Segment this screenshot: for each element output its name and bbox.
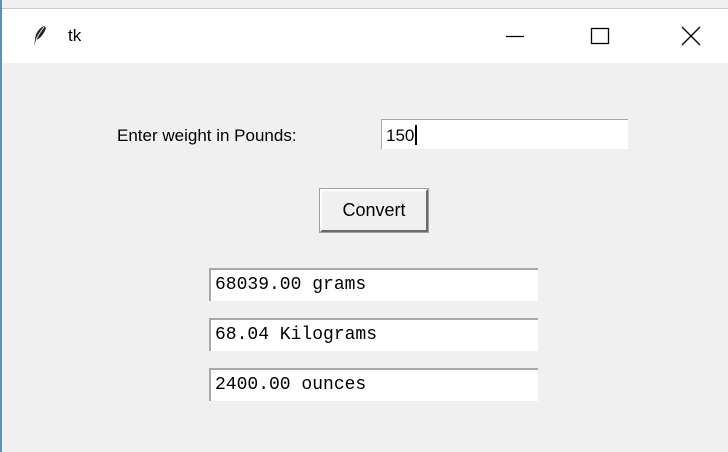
minimize-button[interactable] <box>468 9 560 63</box>
text-caret <box>415 125 418 145</box>
title-bar[interactable]: tk <box>2 8 728 63</box>
feather-icon <box>32 25 48 47</box>
weight-input-value: 150 <box>386 126 415 145</box>
minimize-icon <box>506 35 524 38</box>
kilograms-output[interactable]: 68.04 Kilograms <box>209 318 538 351</box>
close-button[interactable] <box>642 9 728 63</box>
window-title: tk <box>68 26 82 45</box>
app-window: tk Enter weight in Pounds: 150 Convert 6… <box>0 0 728 452</box>
maximize-icon <box>590 27 610 45</box>
maximize-button[interactable] <box>554 9 646 63</box>
weight-label: Enter weight in Pounds: <box>117 126 297 145</box>
ounces-output[interactable]: 2400.00 ounces <box>209 368 538 401</box>
close-icon <box>681 26 701 46</box>
convert-button[interactable]: Convert <box>319 188 429 233</box>
weight-input[interactable]: 150 <box>381 119 628 149</box>
grams-output[interactable]: 68039.00 grams <box>209 268 538 301</box>
